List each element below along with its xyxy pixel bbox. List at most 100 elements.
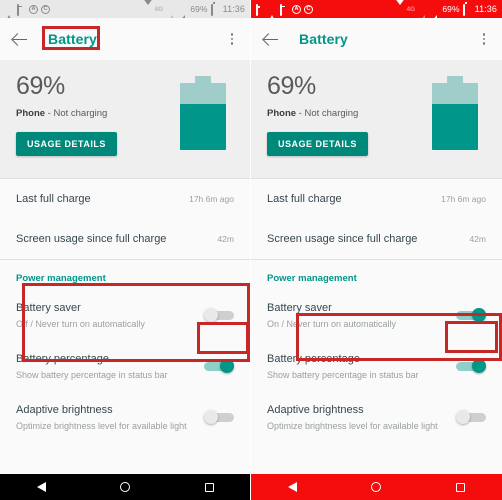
device-label: Phone (267, 108, 297, 119)
battery-stats-list: Last full charge 17h 6m ago Screen usage… (251, 179, 502, 259)
charging-state-label: - Not charging (296, 108, 359, 119)
setting-subtitle: Optimize brightness level for available … (267, 420, 438, 431)
list-item-value: 42m (469, 234, 486, 244)
nav-back-icon[interactable] (288, 482, 298, 492)
clock-label: 11:36 (222, 4, 245, 14)
usage-details-button[interactable]: USAGE DETAILS (267, 132, 368, 156)
overflow-menu-icon[interactable] (476, 30, 492, 48)
setting-title: Battery percentage (267, 352, 360, 365)
usage-details-button[interactable]: USAGE DETAILS (16, 132, 117, 156)
battery-saver-toggle[interactable] (204, 308, 234, 323)
adaptive-brightness-toggle[interactable] (456, 410, 486, 425)
circle-c-icon: C (304, 4, 313, 14)
battery-stats-list: Last full charge 17h 6m ago Screen usage… (0, 179, 250, 259)
setting-row-battery-percentage[interactable]: Battery percentage Show battery percenta… (0, 341, 250, 392)
list-item-title: Screen usage since full charge (16, 232, 167, 245)
cast-icon (280, 3, 289, 16)
wifi-icon (394, 0, 407, 15)
app-bar: Battery (0, 18, 250, 60)
setting-title: Adaptive brightness (16, 403, 113, 416)
clock-label: 11:36 (474, 4, 497, 14)
battery-status-icon (210, 3, 220, 16)
status-bar-right-icons: 4G 69% 11:36 (382, 0, 497, 23)
setting-subtitle: Show battery percentage in status bar (16, 369, 168, 380)
nav-home-icon[interactable] (120, 482, 131, 492)
setting-subtitle: Optimize brightness level for available … (16, 420, 187, 431)
network-type-label: 4G (406, 5, 416, 13)
back-arrow-icon[interactable] (10, 29, 30, 49)
setting-title: Battery saver (267, 302, 332, 314)
power-management-section: Power management Battery saver On / Neve… (251, 260, 502, 443)
list-item[interactable]: Last full charge 17h 6m ago (0, 179, 250, 219)
list-item-value: 42m (217, 234, 234, 244)
signal-icon-2 (430, 4, 439, 23)
navigation-bar (251, 474, 502, 500)
alarm-icon (130, 5, 139, 14)
wifi-icon (142, 0, 155, 15)
nav-recents-icon[interactable] (204, 482, 214, 492)
battery-percent-label: 69% (190, 4, 208, 14)
power-management-section: Power management Battery saver Off / Nev… (0, 260, 250, 443)
setting-subtitle: Off / Never turn on automatically (16, 318, 145, 329)
battery-illustration-icon (180, 76, 226, 150)
device-label: Phone (16, 108, 46, 119)
circle-a-icon: A (29, 4, 38, 14)
setting-subtitle: Show battery percentage in status bar (267, 369, 419, 380)
setting-title: Battery percentage (16, 352, 109, 365)
list-item-title: Last full charge (16, 192, 91, 205)
phone-screen-before: A C 4G 69% 11:36 Battery 69% Phone - Not… (0, 0, 251, 500)
list-item-title: Last full charge (267, 192, 342, 205)
battery-summary-card: 69% Phone - Not charging USAGE DETAILS (251, 60, 502, 178)
section-header-power-management: Power management (267, 273, 357, 284)
setting-row-battery-saver[interactable]: Battery saver On / Never turn on automat… (251, 290, 502, 341)
status-bar: A C 4G 69% 11:36 (251, 0, 502, 23)
nav-recents-icon[interactable] (455, 482, 465, 492)
setting-row-adaptive-brightness[interactable]: Adaptive brightness Optimize brightness … (0, 392, 250, 443)
warning-icon (268, 4, 277, 23)
setting-title: Adaptive brightness (267, 403, 364, 416)
setting-row-battery-percentage[interactable]: Battery percentage Show battery percenta… (251, 341, 502, 392)
battery-percent-label: 69% (442, 4, 460, 14)
navigation-bar (0, 474, 250, 500)
circle-c-icon: C (41, 4, 50, 14)
page-title: Battery (48, 31, 97, 47)
battery-percentage-toggle[interactable] (456, 359, 486, 374)
battery-illustration-icon (432, 76, 478, 150)
section-header-power-management: Power management (16, 273, 106, 284)
signal-icon-1 (166, 4, 175, 23)
back-arrow-icon[interactable] (261, 29, 281, 49)
signal-icon-1 (418, 4, 427, 23)
status-bar-right-icons: 4G 69% 11:36 (130, 0, 245, 23)
list-item-value: 17h 6m ago (441, 194, 486, 204)
nav-home-icon[interactable] (371, 482, 382, 492)
alarm-icon (382, 5, 391, 14)
status-bar: A C 4G 69% 11:36 (0, 0, 250, 23)
circle-a-icon: A (292, 4, 301, 14)
signal-icon-2 (178, 4, 187, 23)
image-icon (256, 3, 265, 16)
setting-title: Battery saver (16, 302, 81, 314)
network-type-label: 4G (154, 5, 164, 13)
battery-percentage-toggle[interactable] (204, 359, 234, 374)
overflow-menu-icon[interactable] (224, 30, 240, 48)
list-item-title: Screen usage since full charge (267, 232, 418, 245)
battery-summary-card: 69% Phone - Not charging USAGE DETAILS (0, 60, 250, 178)
list-item[interactable]: Screen usage since full charge 42m (0, 219, 250, 259)
adaptive-brightness-toggle[interactable] (204, 410, 234, 425)
battery-saver-toggle[interactable] (456, 308, 486, 323)
app-bar: Battery (251, 18, 502, 60)
battery-status-icon (462, 3, 472, 16)
status-bar-left-icons: A C (256, 3, 313, 23)
list-item[interactable]: Screen usage since full charge 42m (251, 219, 502, 259)
comparison-screenshots: A C 4G 69% 11:36 Battery 69% Phone - Not… (0, 0, 502, 500)
status-bar-left-icons: A C (5, 3, 50, 23)
nav-back-icon[interactable] (37, 482, 47, 492)
charging-state-label: - Not charging (45, 108, 108, 119)
warning-icon (5, 4, 14, 23)
list-item-value: 17h 6m ago (189, 194, 234, 204)
list-item[interactable]: Last full charge 17h 6m ago (251, 179, 502, 219)
setting-row-battery-saver[interactable]: Battery saver Off / Never turn on automa… (0, 290, 250, 341)
phone-screen-after: A C 4G 69% 11:36 Battery 69% Phone - Not… (251, 0, 502, 500)
setting-row-adaptive-brightness[interactable]: Adaptive brightness Optimize brightness … (251, 392, 502, 443)
page-title: Battery (299, 31, 348, 47)
